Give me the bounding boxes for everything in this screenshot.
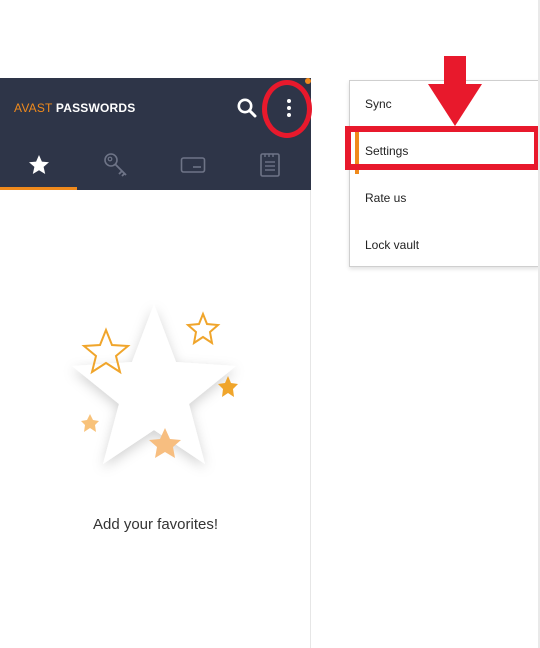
highlight-box	[345, 126, 540, 170]
tab-passwords[interactable]	[77, 140, 154, 190]
menu-item-rate-us[interactable]: Rate us	[350, 175, 540, 221]
tab-cards[interactable]	[154, 140, 231, 190]
overflow-menu-icon[interactable]	[279, 96, 299, 120]
empty-state-text: Add your favorites!	[92, 516, 219, 533]
brand-prefix: AVAST	[14, 101, 53, 115]
star-icon	[28, 155, 49, 174]
down-arrow-icon	[428, 56, 482, 126]
screenshot: AVAST PASSWORDS Add your favorites! Sync…	[0, 0, 540, 648]
search-icon[interactable]	[236, 97, 258, 119]
active-tab-indicator	[0, 187, 77, 190]
app-screen: AVAST PASSWORDS Add your favorites!	[0, 78, 312, 648]
app-bar: AVAST PASSWORDS	[0, 78, 312, 190]
app-title: AVAST PASSWORDS	[14, 101, 136, 115]
brand-suffix: PASSWORDS	[55, 101, 136, 115]
tab-favorites[interactable]	[0, 140, 77, 190]
card-icon	[180, 157, 205, 173]
key-icon	[103, 153, 127, 177]
menu-item-lock-vault[interactable]: Lock vault	[350, 222, 540, 268]
tab-notes[interactable]	[231, 140, 308, 190]
favorites-illustration	[72, 304, 238, 464]
notification-dot	[305, 78, 311, 84]
note-icon	[259, 153, 280, 177]
tab-bar	[0, 140, 311, 190]
